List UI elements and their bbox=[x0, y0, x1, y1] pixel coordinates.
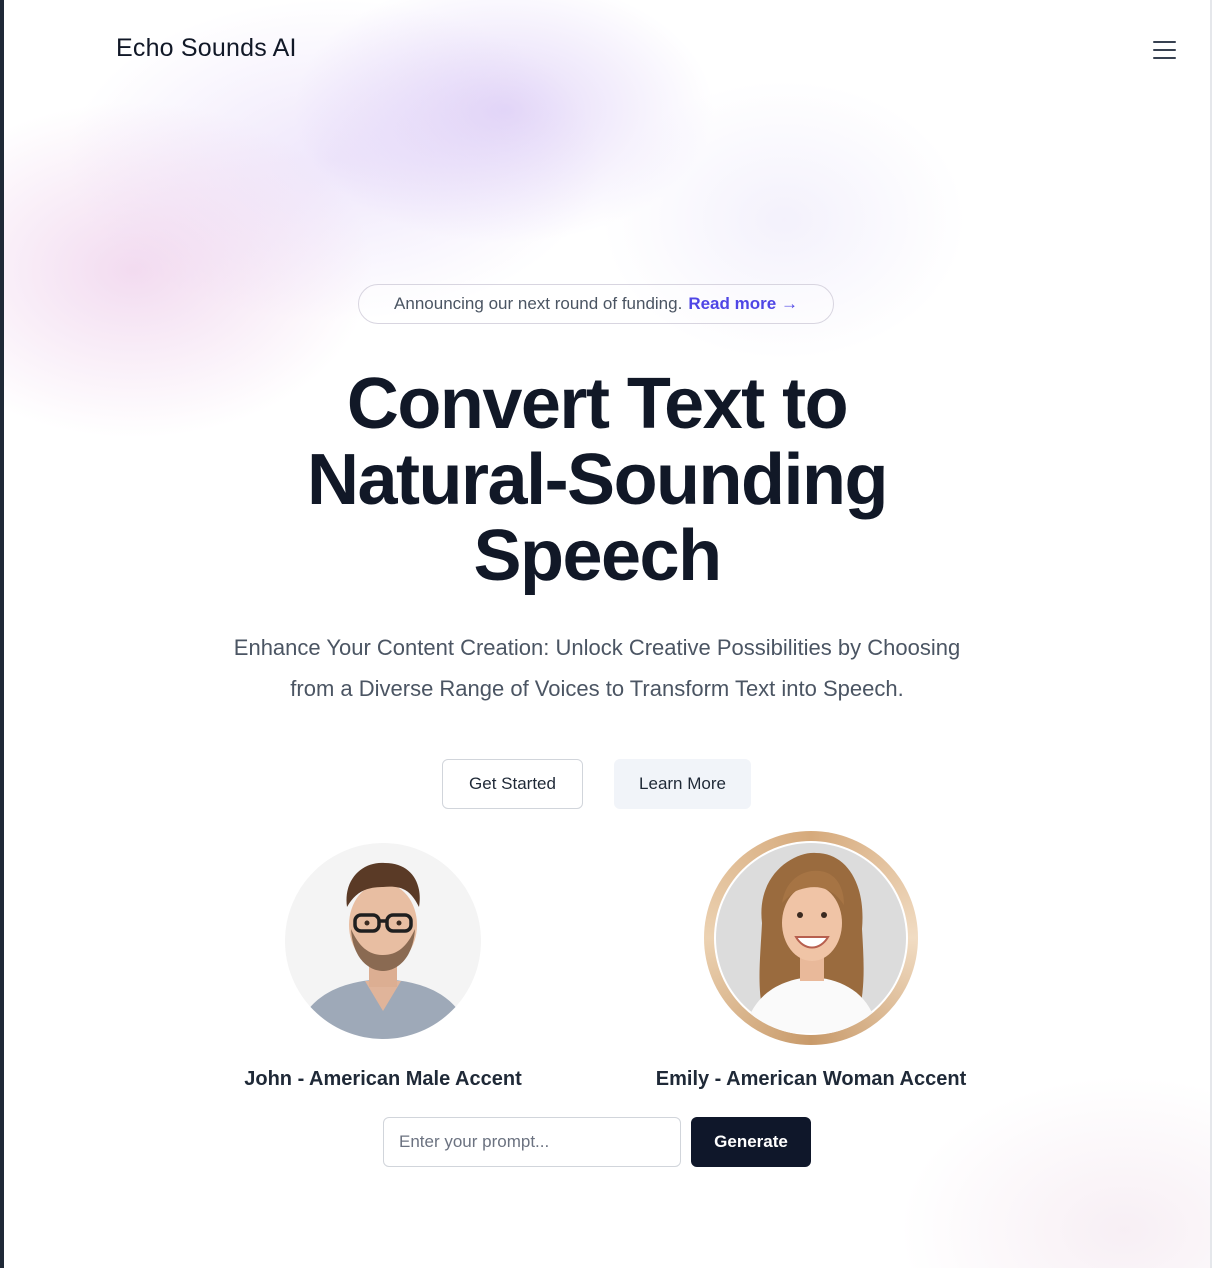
read-more-link[interactable]: Read more → bbox=[688, 294, 798, 314]
generate-button[interactable]: Generate bbox=[691, 1117, 811, 1167]
arrow-right-icon: → bbox=[780, 294, 798, 313]
hero-subtitle-line: from a Diverse Range of Voices to Transf… bbox=[290, 676, 904, 701]
hero-subtitle: Enhance Your Content Creation: Unlock Cr… bbox=[170, 627, 1024, 709]
voice-label-emily[interactable]: Emily - American Woman Accent bbox=[626, 1068, 996, 1091]
voice-avatar-emily[interactable] bbox=[704, 831, 918, 1045]
hero-title-line: Convert Text to bbox=[346, 364, 849, 444]
sound-wave-logo-icon[interactable] bbox=[44, 29, 84, 57]
hero-subtitle-line: Enhance Your Content Creation: Unlock Cr… bbox=[233, 635, 961, 660]
read-more-label: Read more bbox=[688, 294, 777, 313]
brand-name[interactable]: Echo Sounds AI bbox=[116, 34, 297, 63]
hero-title-line: Natural-Sounding bbox=[307, 440, 888, 520]
get-started-button[interactable]: Get Started bbox=[442, 759, 583, 809]
window-left-edge bbox=[0, 0, 4, 1268]
emily-portrait-image bbox=[716, 843, 906, 1033]
hero-title: Convert Text to Natural-Sounding Speech bbox=[180, 366, 1014, 594]
voice-label-john[interactable]: John - American Male Accent bbox=[216, 1068, 550, 1091]
emily-avatar-frame bbox=[714, 841, 908, 1035]
announcement-text: Announcing our next round of funding. bbox=[394, 294, 683, 313]
hamburger-menu-icon[interactable] bbox=[1150, 36, 1178, 64]
hero-title-line: Speech bbox=[473, 516, 722, 596]
prompt-input[interactable] bbox=[383, 1117, 681, 1167]
john-portrait-image bbox=[285, 843, 481, 1039]
learn-more-button[interactable]: Learn More bbox=[614, 759, 751, 809]
voice-avatar-john[interactable] bbox=[285, 843, 481, 1039]
announcement-pill: Announcing our next round of funding. Re… bbox=[358, 284, 834, 324]
